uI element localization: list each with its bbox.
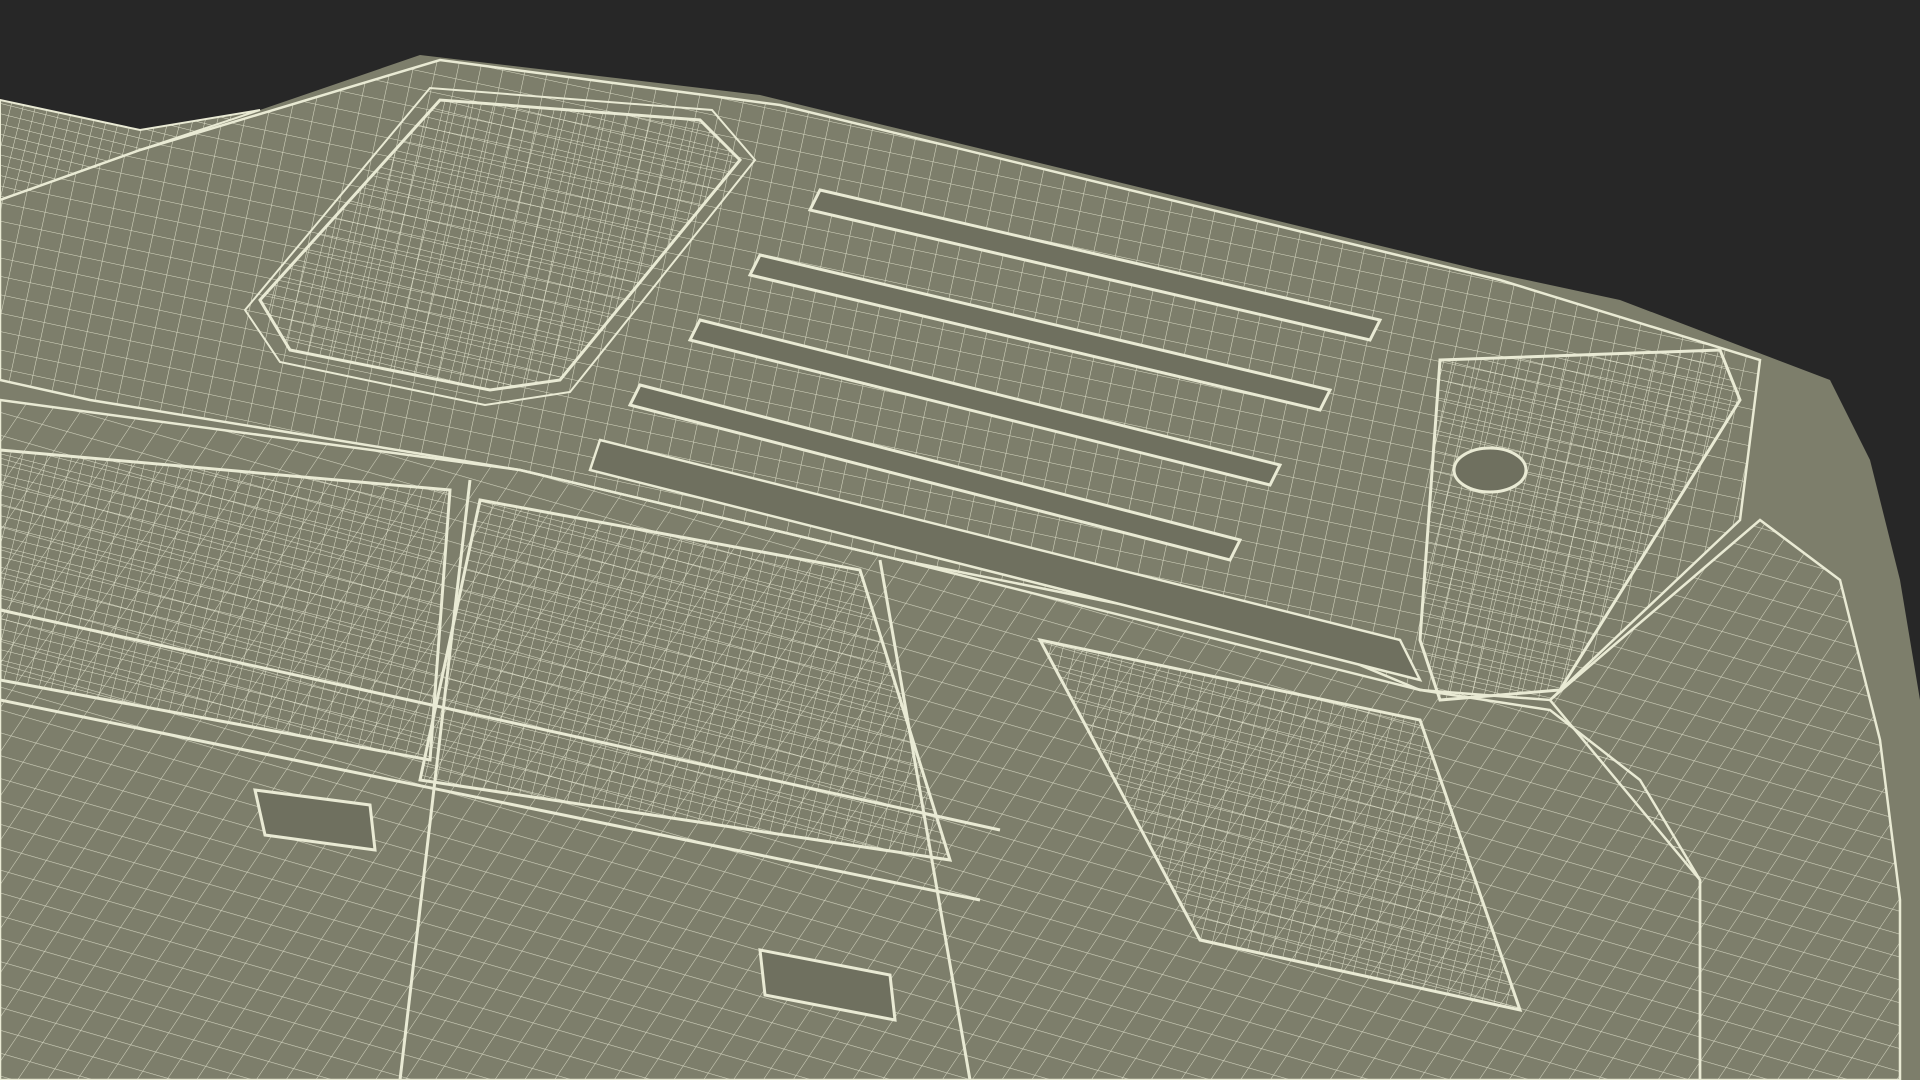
render-viewport — [0, 0, 1920, 1080]
shark-fin-antenna — [1452, 446, 1528, 494]
wireframe-scene — [0, 55, 1920, 1080]
